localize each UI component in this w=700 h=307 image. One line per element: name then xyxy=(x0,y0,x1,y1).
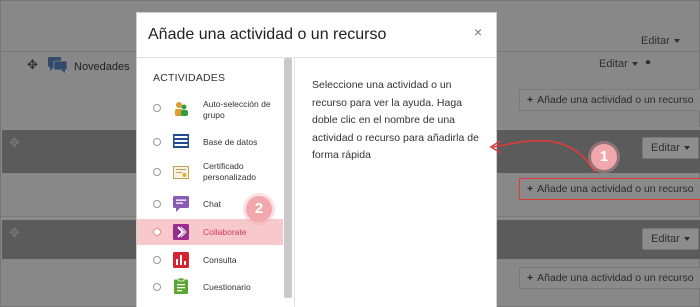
activity-radio[interactable] xyxy=(153,200,161,208)
activity-item-choice[interactable]: Consulta xyxy=(137,247,283,273)
database-icon xyxy=(173,134,189,148)
certificate-icon xyxy=(173,166,189,179)
section-edit-label: Editar xyxy=(651,233,680,245)
chevron-down-icon xyxy=(631,62,638,67)
forum-edit-menu[interactable]: Editar xyxy=(599,58,638,70)
activities-heading: ACTIVIDADES xyxy=(153,72,226,84)
activity-radio[interactable] xyxy=(153,104,161,112)
dialog-header: Añade una actividad o un recurso × xyxy=(137,13,496,58)
collaborate-icon xyxy=(173,224,189,240)
chevron-down-icon xyxy=(683,237,690,242)
section-edit-button[interactable]: Editar xyxy=(642,228,699,250)
forum-name: Novedades xyxy=(74,61,130,73)
quiz-icon xyxy=(174,278,188,294)
add-activity-label: Añade una actividad o un recurso xyxy=(537,94,694,106)
choice-icon xyxy=(173,252,189,268)
activity-label: Collaborate xyxy=(203,227,247,237)
activity-radio[interactable] xyxy=(153,228,161,236)
activity-item-quiz[interactable]: Cuestionario xyxy=(137,274,283,300)
plus-icon: + xyxy=(527,94,534,106)
add-activity-label: Añade una actividad o un recurso xyxy=(537,183,694,195)
activity-label: Auto-selección de grupo xyxy=(203,99,271,120)
activity-item-group-self-selection[interactable]: Auto-selección de grupo xyxy=(137,96,283,122)
forum-link[interactable]: Novedades xyxy=(74,61,130,73)
activity-radio[interactable] xyxy=(153,168,161,176)
user-icon: ● xyxy=(645,57,652,68)
section-edit-button[interactable]: Editar xyxy=(642,137,699,159)
step-2-badge: 2 xyxy=(246,196,272,222)
chevron-down-icon xyxy=(673,39,680,44)
top-edit-menu[interactable]: Editar xyxy=(641,35,680,47)
chevron-down-icon xyxy=(683,146,690,151)
activity-label: Base de datos xyxy=(203,137,258,147)
activity-radio[interactable] xyxy=(153,283,161,291)
section-edit-label: Editar xyxy=(651,142,680,154)
add-activity-button-top[interactable]: + Añade una actividad o un recurso xyxy=(519,89,700,111)
move-icon[interactable]: ✥ xyxy=(27,57,38,73)
move-icon[interactable]: ✥ xyxy=(9,225,20,241)
add-activity-button-bottom[interactable]: + Añade una actividad o un recurso xyxy=(519,267,700,289)
activity-item-database[interactable]: Base de datos xyxy=(137,129,283,155)
add-activity-button-highlighted[interactable]: + Añade una actividad o un recurso xyxy=(519,178,700,200)
activity-label: Consulta xyxy=(203,255,237,265)
chat-icon xyxy=(173,196,189,212)
plus-icon: + xyxy=(527,183,534,195)
close-icon[interactable]: × xyxy=(474,24,482,40)
plus-icon: + xyxy=(527,272,534,284)
activity-item-collaborate[interactable]: Collaborate xyxy=(137,219,283,245)
add-activity-label: Añade una actividad o un recurso xyxy=(537,272,694,284)
dialog-help-text: Seleccione una actividad o un recurso pa… xyxy=(312,79,479,161)
step-1-badge: 1 xyxy=(591,144,617,170)
activity-list-pane: ACTIVIDADES Auto-selección de grupo Base… xyxy=(137,58,295,307)
forum-edit-label: Editar xyxy=(599,58,628,70)
add-activity-dialog: Añade una actividad o un recurso × ACTIV… xyxy=(136,12,497,307)
activity-label: Chat xyxy=(203,199,221,209)
activity-radio[interactable] xyxy=(153,256,161,264)
group-self-selection-icon xyxy=(175,102,188,116)
activity-item-custom-certificate[interactable]: Certificado personalizado xyxy=(137,159,283,185)
move-icon[interactable]: ✥ xyxy=(9,135,20,151)
forum-icon xyxy=(48,57,68,73)
top-edit-label: Editar xyxy=(641,35,670,47)
activity-label: Certificado personalizado xyxy=(203,161,256,182)
activity-radio[interactable] xyxy=(153,138,161,146)
dialog-title: Añade una actividad o un recurso xyxy=(148,26,387,43)
activity-label: Cuestionario xyxy=(203,282,251,292)
activity-list-scrollbar[interactable] xyxy=(284,58,292,298)
